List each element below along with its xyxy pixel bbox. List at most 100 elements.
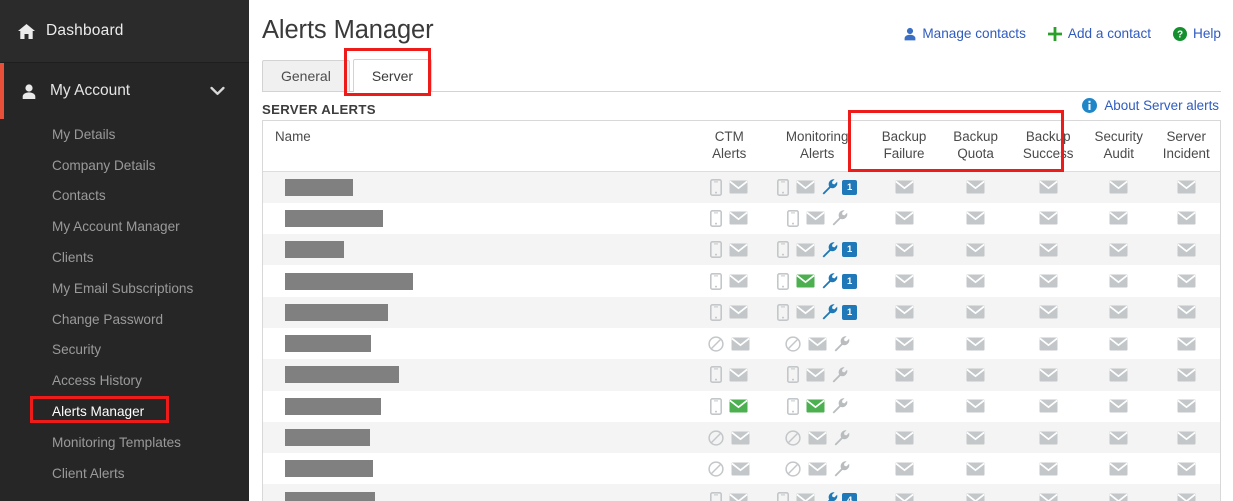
tab-general[interactable]: General — [262, 60, 350, 91]
cell-server-incident[interactable] — [1152, 297, 1220, 328]
envelope-icon[interactable] — [895, 180, 914, 194]
cell-backup-success[interactable] — [1011, 422, 1085, 453]
cell-backup-failure[interactable] — [868, 234, 940, 265]
envelope-icon[interactable] — [966, 368, 985, 382]
envelope-icon[interactable] — [966, 431, 985, 445]
envelope-icon[interactable] — [806, 368, 825, 382]
cell-server-incident[interactable] — [1152, 359, 1220, 390]
envelope-icon[interactable] — [966, 462, 985, 476]
table-row[interactable]: 1 — [263, 172, 1220, 203]
cell-backup-quota[interactable] — [940, 391, 1012, 422]
table-row[interactable] — [263, 359, 1220, 390]
cell-backup-quota[interactable] — [940, 328, 1012, 359]
envelope-icon[interactable] — [1177, 493, 1196, 501]
mobile-icon[interactable] — [787, 210, 799, 227]
mobile-icon[interactable] — [710, 398, 722, 415]
cell-backup-success[interactable] — [1011, 297, 1085, 328]
tab-server[interactable]: Server — [353, 59, 432, 92]
wrench-icon[interactable] — [832, 398, 848, 414]
envelope-icon[interactable] — [729, 368, 748, 382]
manage-contacts-link[interactable]: Manage contacts — [904, 26, 1026, 41]
cell-server-incident[interactable] — [1152, 453, 1220, 484]
sidebar-item-company-details[interactable]: Company Details — [0, 150, 249, 181]
cell-backup-success[interactable] — [1011, 391, 1085, 422]
envelope-icon[interactable] — [1039, 211, 1058, 225]
cell-backup-success[interactable] — [1011, 453, 1085, 484]
help-link[interactable]: ? Help — [1173, 26, 1221, 41]
envelope-icon[interactable] — [895, 274, 914, 288]
envelope-icon[interactable] — [1109, 399, 1128, 413]
envelope-icon[interactable] — [1039, 180, 1058, 194]
envelope-icon[interactable] — [731, 462, 750, 476]
cell-server-incident[interactable] — [1152, 203, 1220, 234]
cell-monitoring-alerts[interactable] — [766, 453, 868, 484]
cell-server-incident[interactable] — [1152, 234, 1220, 265]
envelope-icon[interactable] — [729, 180, 748, 194]
cell-backup-failure[interactable] — [868, 391, 940, 422]
envelope-icon[interactable] — [966, 399, 985, 413]
cell-server-incident[interactable] — [1152, 265, 1220, 296]
cell-monitoring-alerts[interactable]: 4 — [766, 484, 868, 501]
envelope-icon[interactable] — [966, 211, 985, 225]
envelope-icon[interactable] — [729, 493, 748, 501]
cell-security-audit[interactable] — [1085, 391, 1152, 422]
envelope-icon[interactable] — [1177, 180, 1196, 194]
wrench-icon[interactable] — [834, 430, 850, 446]
cell-ctm-alerts[interactable] — [692, 328, 766, 359]
envelope-active-icon[interactable] — [806, 399, 825, 413]
sidebar-item-alerts-manager[interactable]: Alerts Manager — [0, 396, 249, 427]
mobile-icon[interactable] — [777, 179, 789, 196]
envelope-icon[interactable] — [808, 462, 827, 476]
envelope-icon[interactable] — [895, 211, 914, 225]
cell-backup-quota[interactable] — [940, 297, 1012, 328]
envelope-icon[interactable] — [729, 274, 748, 288]
envelope-icon[interactable] — [1177, 243, 1196, 257]
cell-server-incident[interactable] — [1152, 391, 1220, 422]
mobile-icon[interactable] — [777, 273, 789, 290]
envelope-icon[interactable] — [895, 462, 914, 476]
cell-backup-quota[interactable] — [940, 359, 1012, 390]
envelope-icon[interactable] — [1109, 243, 1128, 257]
blocked-icon[interactable] — [708, 430, 724, 446]
mobile-icon[interactable] — [710, 366, 722, 383]
envelope-icon[interactable] — [1039, 399, 1058, 413]
table-row[interactable]: 4 — [263, 484, 1220, 501]
envelope-icon[interactable] — [1177, 368, 1196, 382]
cell-server-incident[interactable] — [1152, 172, 1220, 203]
envelope-icon[interactable] — [1109, 211, 1128, 225]
envelope-icon[interactable] — [796, 180, 815, 194]
cell-security-audit[interactable] — [1085, 265, 1152, 296]
sidebar-item-client-alerts[interactable]: Client Alerts — [0, 458, 249, 489]
sidebar-item-access-history[interactable]: Access History — [0, 365, 249, 396]
cell-security-audit[interactable] — [1085, 234, 1152, 265]
mobile-icon[interactable] — [710, 273, 722, 290]
cell-security-audit[interactable] — [1085, 484, 1152, 501]
cell-ctm-alerts[interactable] — [692, 484, 766, 501]
envelope-icon[interactable] — [966, 274, 985, 288]
cell-monitoring-alerts[interactable]: 1 — [766, 234, 868, 265]
about-server-alerts-link[interactable]: About Server alerts — [1104, 98, 1219, 113]
cell-backup-success[interactable] — [1011, 172, 1085, 203]
sidebar-item-clients[interactable]: Clients — [0, 242, 249, 273]
blocked-icon[interactable] — [708, 461, 724, 477]
cell-backup-failure[interactable] — [868, 297, 940, 328]
envelope-icon[interactable] — [1039, 431, 1058, 445]
mobile-icon[interactable] — [710, 210, 722, 227]
envelope-icon[interactable] — [729, 305, 748, 319]
cell-backup-quota[interactable] — [940, 234, 1012, 265]
sidebar-item-change-password[interactable]: Change Password — [0, 304, 249, 335]
cell-backup-failure[interactable] — [868, 453, 940, 484]
col-header-server-incident[interactable]: Server Incident — [1152, 121, 1220, 172]
sidebar-item-monitoring-templates[interactable]: Monitoring Templates — [0, 427, 249, 458]
envelope-icon[interactable] — [895, 493, 914, 501]
table-row[interactable] — [263, 328, 1220, 359]
envelope-icon[interactable] — [1039, 337, 1058, 351]
envelope-icon[interactable] — [1109, 274, 1128, 288]
sidebar-item-my-account-manager[interactable]: My Account Manager — [0, 211, 249, 242]
envelope-active-icon[interactable] — [729, 399, 748, 413]
cell-monitoring-alerts[interactable] — [766, 328, 868, 359]
cell-ctm-alerts[interactable] — [692, 391, 766, 422]
envelope-icon[interactable] — [796, 243, 815, 257]
table-row[interactable]: 1 — [263, 234, 1220, 265]
cell-backup-failure[interactable] — [868, 265, 940, 296]
